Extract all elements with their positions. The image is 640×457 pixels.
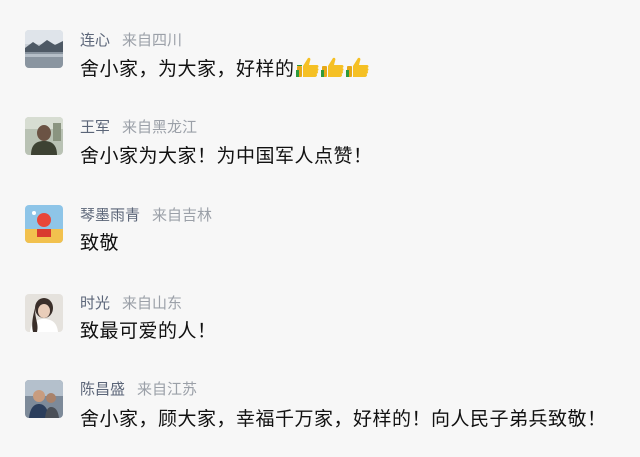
comment-text: 舍小家，为大家，好样的 bbox=[80, 56, 370, 83]
avatar[interactable] bbox=[25, 380, 63, 418]
thumbs-up-icon bbox=[320, 57, 344, 77]
avatar-image bbox=[25, 294, 63, 332]
comment-meta: 王军 来自黑龙江 bbox=[80, 118, 197, 136]
location: 来自江苏 bbox=[137, 380, 198, 398]
location: 来自吉林 bbox=[152, 206, 213, 224]
avatar-image bbox=[25, 30, 63, 68]
comment-text: 舍小家为大家！为中国军人点赞！ bbox=[80, 145, 373, 167]
thumbs-up-icon bbox=[345, 57, 369, 77]
comment-text: 致最可爱的人！ bbox=[80, 320, 217, 342]
comment-meta: 陈昌盛 来自江苏 bbox=[80, 380, 197, 398]
location: 来自黑龙江 bbox=[122, 118, 198, 136]
username[interactable]: 陈昌盛 bbox=[80, 380, 125, 398]
username[interactable]: 时光 bbox=[80, 294, 110, 312]
avatar-image bbox=[25, 380, 63, 418]
comment-text: 致敬 bbox=[80, 232, 120, 254]
username[interactable]: 琴墨雨青 bbox=[80, 206, 140, 224]
username[interactable]: 王军 bbox=[80, 118, 110, 136]
comment-list: 连心 来自四川 舍小家，为大家，好样的 王军 来自黑龙江 舍小家为大家！为中国军… bbox=[0, 0, 640, 457]
avatar[interactable] bbox=[25, 30, 63, 68]
avatar[interactable] bbox=[25, 205, 63, 243]
avatar[interactable] bbox=[25, 117, 63, 155]
username[interactable]: 连心 bbox=[80, 31, 110, 49]
location: 来自山东 bbox=[122, 294, 183, 312]
comment-text-content: 舍小家，为大家，好样的 bbox=[80, 58, 295, 80]
comment-meta: 时光 来自山东 bbox=[80, 294, 182, 312]
location: 来自四川 bbox=[122, 31, 183, 49]
thumbs-up-icon bbox=[295, 57, 319, 77]
comment-meta: 连心 来自四川 bbox=[80, 31, 182, 49]
comment-text: 舍小家，顾大家，幸福千万家，好样的！向人民子弟兵致敬！ bbox=[80, 408, 607, 430]
emoji-group bbox=[295, 56, 370, 83]
avatar[interactable] bbox=[25, 294, 63, 332]
avatar-image bbox=[25, 205, 63, 243]
avatar-image bbox=[25, 117, 63, 155]
comment-meta: 琴墨雨青 来自吉林 bbox=[80, 206, 212, 224]
